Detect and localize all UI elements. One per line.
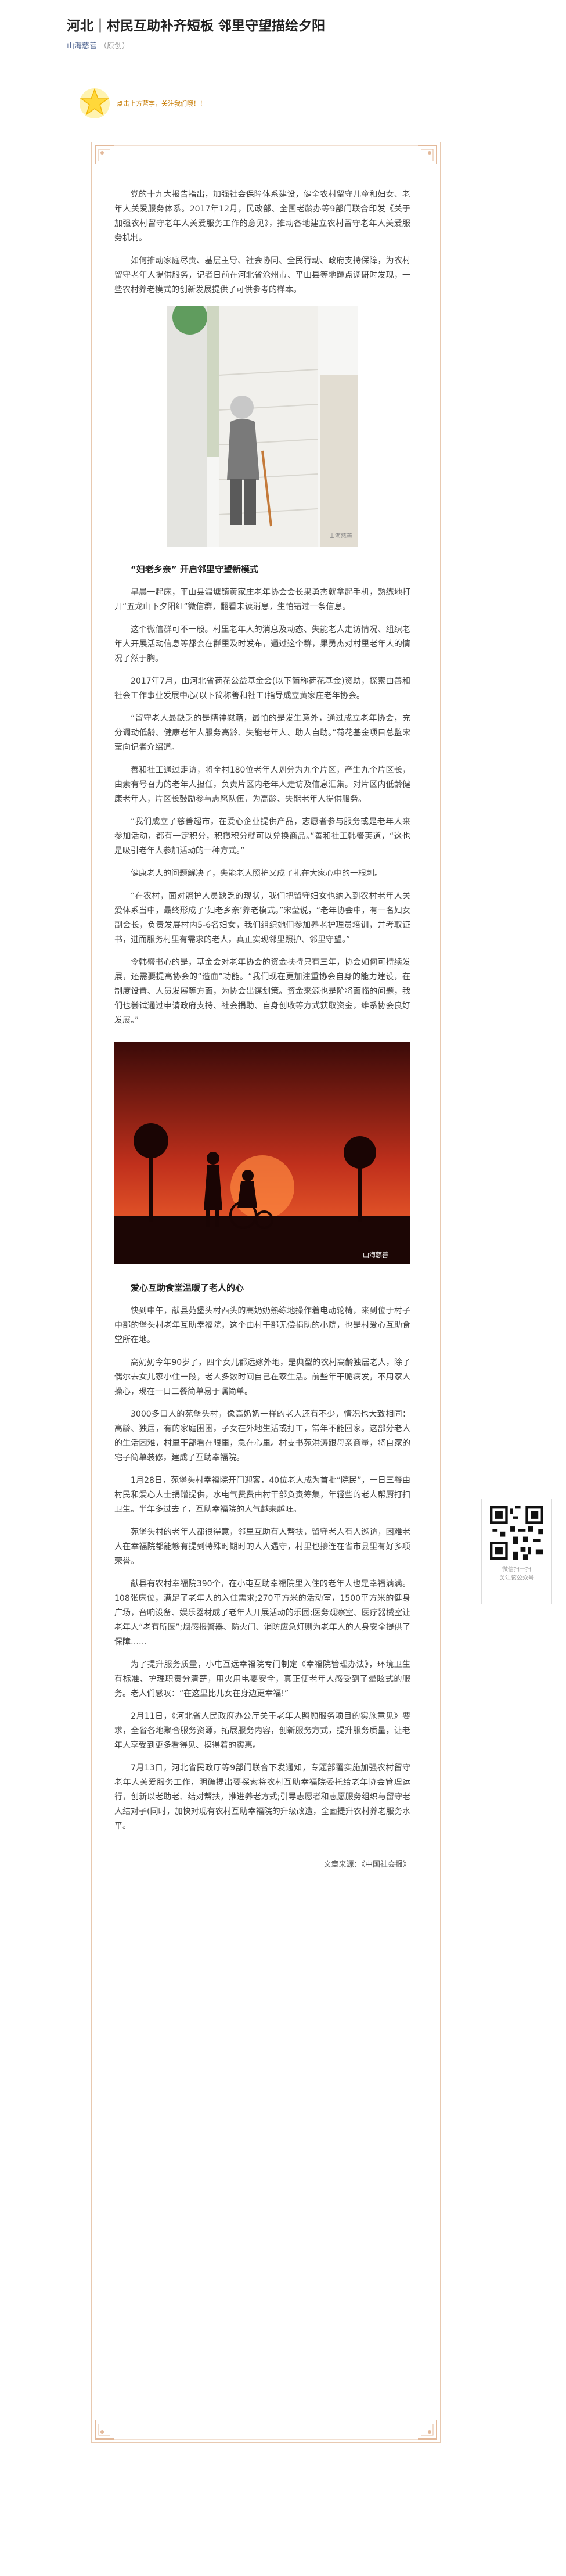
paragraph: 献县有农村幸福院390个，在小屯互助幸福院里入住的老年人也是幸福满满。108张床… <box>114 1579 410 1647</box>
paragraph: 7月13日，河北省民政厅等9部门联合下发通知，专题部署实施加强农村留守老年人关爱… <box>114 1763 410 1831</box>
paragraph: 健康老人的问题解决了，失能老人照护又成了扎在大家心中的一根刺。 <box>131 869 383 878</box>
paragraph: 早晨一起床，平山县温塘镇黄家庄老年协会会长果勇杰就拿起手机，熟练地打开“五龙山下… <box>114 588 410 612</box>
star-icon <box>80 88 110 118</box>
corner-ornament-icon <box>95 2420 114 2440</box>
paragraph: 为了提升服务质量，小屯互远幸福院专门制定《幸福院管理办法》，环境卫生有标准、护理… <box>114 1660 410 1698</box>
paragraph: “留守老人最缺乏的是精神慰藉，最怕的是发生意外，通过成立老年协会，充分调动低龄、… <box>114 714 410 752</box>
sunset-photo: 山海慈善 <box>114 1042 410 1264</box>
paragraph: 高奶奶今年90岁了，四个女儿都远嫁外地，是典型的农村高龄独居老人，除了偶尔去女儿… <box>114 1358 410 1396</box>
paragraph: 3000多口人的苑堡头村，像高奶奶一样的老人还有不少，情况也大致相同：高龄、独居… <box>114 1410 410 1463</box>
paragraph: “我们成立了慈善超市，在爱心企业提供产品，志愿者参与服务或是老年人来参加活动，都… <box>114 817 410 856</box>
elderly-man-illustration: 山海慈善 <box>167 300 358 547</box>
section-heading: 爱心互助食堂温暖了老人的心 <box>131 1282 244 1293</box>
follow-tip-text: 点击上方蓝字，关注我们哦！！ <box>117 100 206 107</box>
original-tag: （原创） <box>99 42 130 51</box>
article-title: 河北｜村民互助补齐短板 邻里守望描绘夕阳 <box>67 19 326 34</box>
paragraph: 2017年7月，由河北省荷花公益基金会(以下简称荷花基金)资助，探索由善和社会工… <box>114 677 410 700</box>
paragraph: 善和社工通过走访，将全村180位老年人划分为九个片区，产生九个片区长，由素有号召… <box>114 766 410 804</box>
paragraph: 1月28日，苑堡头村幸福院开门迎客，40位老人成为首批“院民”，一日三餐由村民和… <box>114 1476 410 1514</box>
article-header: 河北｜村民互助补齐短板 邻里守望描绘夕阳 山海慈善 （原创） <box>67 16 499 51</box>
paragraph: 令韩盛书心的是，基金会对老年协会的资金扶持只有三年，协会如何可持续发展，还需要提… <box>114 958 410 1025</box>
paragraph: 党的十九大报告指出，加强社会保障体系建设，健全农村留守儿童和妇女、老年人关爱服务… <box>114 190 410 243</box>
article-frame: 党的十九大报告指出，加强社会保障体系建设，健全农村留守儿童和妇女、老年人关爱服务… <box>91 142 441 2443</box>
paragraph: 这个微信群可不一般。村里老年人的消息及动态、失能老人走访情况、组织老年人开展活动… <box>114 625 410 663</box>
paragraph: “在农村，面对照护人员缺乏的现状，我们把留守妇女也纳入到农村老年人关爱体系当中，… <box>114 892 410 944</box>
corner-ornament-icon <box>418 145 437 164</box>
corner-ornament-icon <box>418 2420 437 2440</box>
elderly-man-image: 山海慈善 <box>167 300 358 547</box>
account-name-link[interactable]: 山海慈善 <box>67 42 97 51</box>
image-credit: 山海慈善 <box>329 532 352 540</box>
article-meta: 山海慈善 （原创） <box>67 39 499 51</box>
paragraph: 如何推动家庭尽责、基层主导、社会协同、全民行动、政府支持保障，为农村留守老年人提… <box>114 256 410 294</box>
qr-caption-line1: 微信扫一扫 <box>502 1567 531 1573</box>
follow-tip: 点击上方蓝字，关注我们哦！！ <box>77 86 206 121</box>
paragraph: 苑堡头村的老年人都很得意，邻里互助有人帮扶，留守老人有人巡访，困难老人在幸福院都… <box>114 1528 410 1566</box>
article-source: 文章来源：《中国社会报》 <box>323 1860 410 1869</box>
qr-caption-line2: 关注该公众号 <box>499 1575 534 1582</box>
sunset-wheelchair-image: 山海慈善 <box>114 1042 410 1264</box>
qr-code-icon[interactable] <box>490 1506 543 1560</box>
qr-code-panel: 微信扫一扫 关注该公众号 <box>481 1499 552 1604</box>
corner-ornament-icon <box>95 145 114 164</box>
paragraph: 快到中午，献县苑堡头村西头的高奶奶熟练地操作着电动轮椅，来到位于村子中部的堡头村… <box>114 1306 410 1345</box>
section-heading: “妇老乡亲” 开启邻里守望新模式 <box>131 564 258 574</box>
paragraph: 2月11日，《河北省人民政府办公厅关于老年人照顾服务项目的实施意见》要求，全省各… <box>114 1712 410 1750</box>
image-credit: 山海慈善 <box>363 1251 388 1259</box>
article-body: 党的十九大报告指出，加强社会保障体系建设，健全农村留守儿童和妇女、老年人关爱服务… <box>114 188 410 1869</box>
